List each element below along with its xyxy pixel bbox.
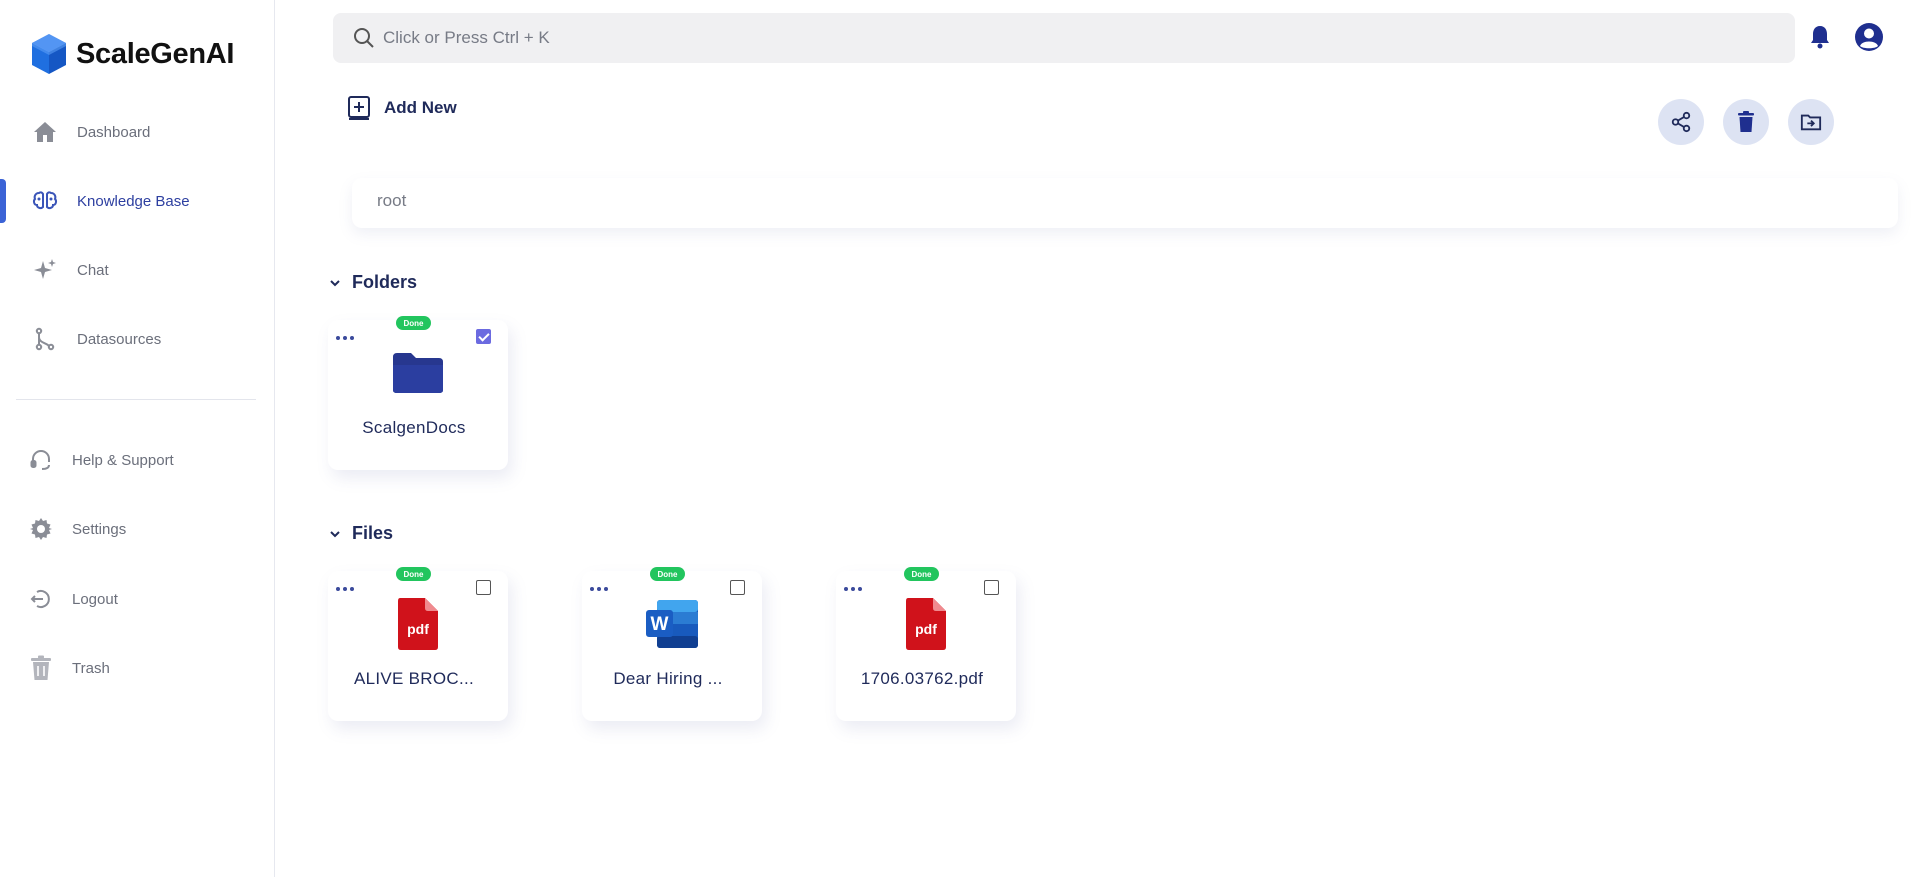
sidebar-item-help-support[interactable]: Help & Support [0,438,275,482]
svg-text:W: W [651,614,669,635]
sidebar-item-chat[interactable]: Chat [0,248,275,292]
status-badge: Done [396,567,431,581]
share-button[interactable] [1658,99,1704,145]
file-card[interactable]: Done pdf ALIVE BROC... [328,567,508,721]
files-section-toggle[interactable]: Files [328,523,393,544]
bell-icon[interactable] [1808,24,1832,50]
svg-text:pdf: pdf [407,621,429,637]
gear-icon [28,516,54,542]
sidebar-item-knowledge-base[interactable]: Knowledge Base [0,179,275,223]
sidebar-item-logout[interactable]: Logout [0,577,275,621]
svg-text:pdf: pdf [915,621,937,637]
trash-icon [1738,111,1754,132]
files-title: Files [352,523,394,543]
sidebar: ScaleGenAI Dashboard Knowledge Base Chat… [0,0,275,877]
sidebar-item-settings[interactable]: Settings [0,507,275,551]
delete-button[interactable] [1723,99,1769,145]
user-avatar-icon[interactable] [1854,22,1884,52]
status-badge: Done [396,316,431,330]
chevron-down-icon [330,530,340,537]
add-new-label: Add New [384,98,457,117]
folders-title: Folders [352,272,418,292]
sidebar-item-label: Help & Support [72,451,174,469]
add-new-button[interactable]: Add New [346,95,457,121]
folders-section-toggle[interactable]: Folders [328,272,417,293]
logo[interactable]: ScaleGenAI [30,32,234,76]
breadcrumb: root [352,178,1898,228]
move-to-folder-button[interactable] [1788,99,1834,145]
status-badge: Done [904,567,939,581]
sidebar-item-datasources[interactable]: Datasources [0,317,275,361]
word-icon: W [644,596,700,652]
pdf-icon: pdf [898,596,954,652]
cube-logo-icon [32,34,66,74]
sidebar-item-label: Logout [72,590,118,608]
app-name: ScaleGenAI [76,37,235,70]
breadcrumb-root[interactable]: root [377,191,406,211]
search-bar[interactable] [333,13,1795,63]
sidebar-item-label: Chat [77,261,109,279]
sparkles-icon [32,257,58,283]
folder-move-icon [1800,114,1822,131]
brain-icon [32,188,58,214]
branch-icon [32,326,58,352]
select-checkbox[interactable] [476,580,491,595]
file-card[interactable]: Done pdf 1706.03762.pdf [836,567,1016,721]
sidebar-item-label: Settings [72,520,127,538]
status-badge: Done [650,567,685,581]
logout-icon [28,586,54,612]
select-checkbox[interactable] [730,580,745,595]
headset-icon [28,447,54,473]
sidebar-item-label: Trash [72,659,110,677]
file-card[interactable]: Done W Dear Hiring ... [582,567,762,721]
trash-icon [28,655,54,681]
sidebar-item-label: Knowledge Base [77,192,190,210]
pdf-icon: pdf [390,596,446,652]
share-icon [1671,111,1691,133]
sidebar-item-label: Dashboard [77,123,151,141]
folder-icon [390,345,446,401]
more-options-icon[interactable] [336,583,360,595]
sidebar-divider [16,399,256,400]
add-file-icon [348,96,370,120]
more-options-icon[interactable] [590,583,614,595]
folder-name: ScalgenDocs [362,418,466,437]
search-input[interactable] [383,13,1763,63]
file-name: ALIVE BROC... [353,669,475,688]
app-root: ScaleGenAI Dashboard Knowledge Base Chat… [0,0,1920,877]
more-options-icon[interactable] [844,583,868,595]
sidebar-item-dashboard[interactable]: Dashboard [0,110,275,154]
home-icon [32,119,58,145]
select-checkbox[interactable] [984,580,999,595]
chevron-down-icon [330,279,340,286]
file-name: 1706.03762.pdf [860,669,984,688]
sidebar-item-trash[interactable]: Trash [0,646,275,690]
search-icon [354,28,374,48]
file-name: Dear Hiring ... [613,669,723,688]
select-checkbox[interactable] [476,329,491,344]
more-options-icon[interactable] [336,332,360,344]
folder-card[interactable]: Done ScalgenDocs [328,316,508,470]
sidebar-item-label: Datasources [77,330,162,348]
